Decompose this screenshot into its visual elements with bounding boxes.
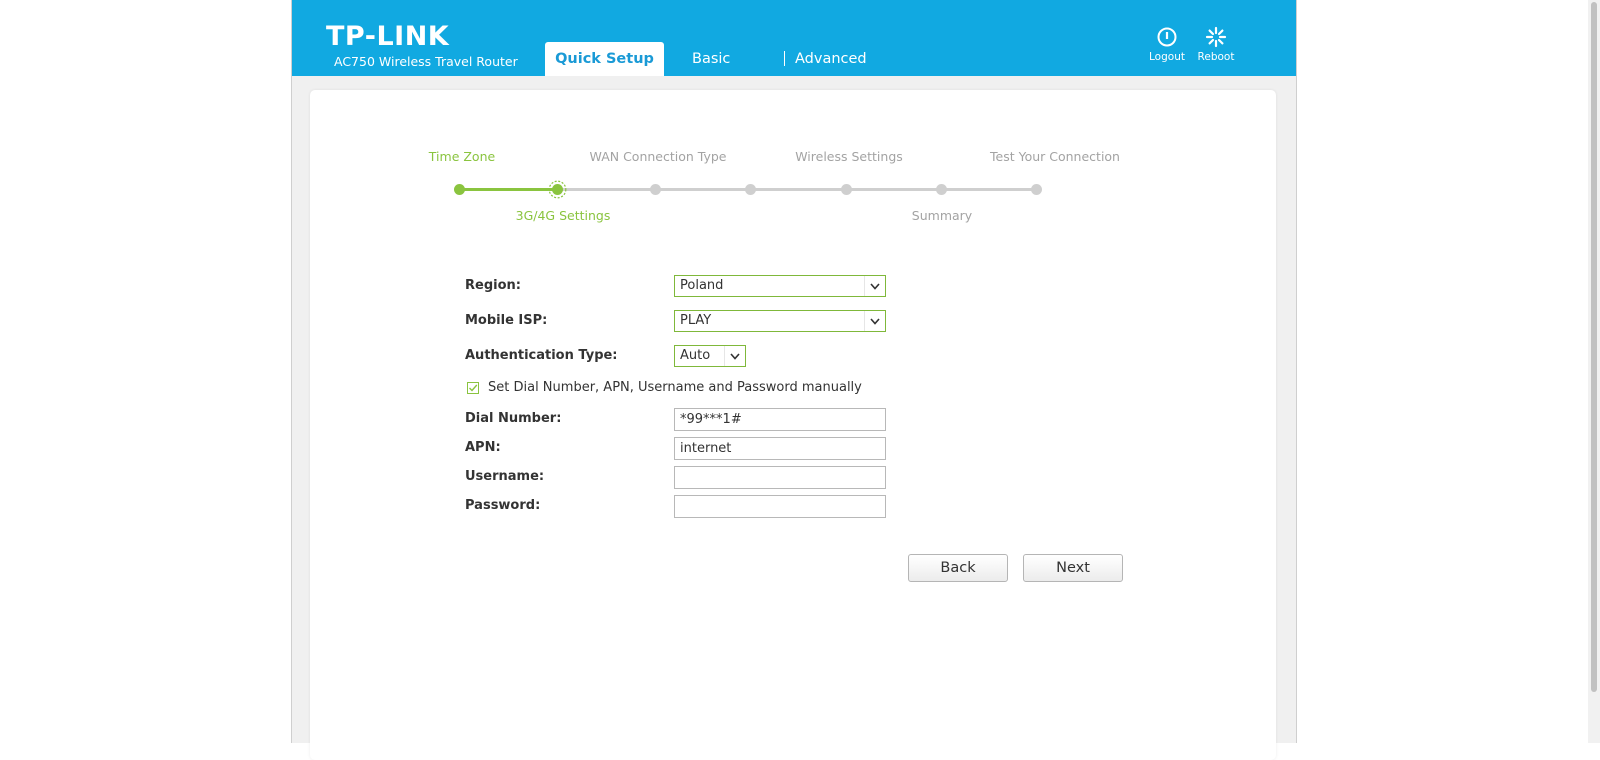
step-dot-wan <box>649 184 661 195</box>
manual-settings-row[interactable]: Set Dial Number, APN, Username and Passw… <box>467 380 862 395</box>
reboot-button[interactable]: Reboot <box>1194 26 1238 63</box>
auth-type-value: Auto <box>680 348 711 363</box>
scrollbar-thumb[interactable] <box>1591 2 1597 692</box>
checkmark-icon <box>469 384 478 392</box>
region-select[interactable]: Poland <box>674 275 886 297</box>
username-label: Username: <box>465 469 545 484</box>
password-input[interactable] <box>674 495 886 518</box>
apn-label: APN: <box>465 440 501 455</box>
logout-label: Logout <box>1149 51 1185 63</box>
dial-number-label: Dial Number: <box>465 411 562 426</box>
tp-link-logo: TP-LINK <box>326 21 450 52</box>
step-dot-test <box>1030 184 1042 195</box>
step-wan-connection-type: WAN Connection Type <box>589 149 727 164</box>
step-dot-wireless-b <box>840 184 852 195</box>
isp-value: PLAY <box>680 313 712 328</box>
step-test-your-connection: Test Your Connection <box>990 149 1120 164</box>
isp-select[interactable]: PLAY <box>674 310 886 332</box>
step-dot-time-zone <box>453 184 465 195</box>
tab-basic[interactable]: Basic <box>692 42 730 76</box>
manual-settings-checkbox[interactable] <box>467 381 479 394</box>
password-label: Password: <box>465 498 541 513</box>
reboot-icon <box>1205 26 1227 48</box>
step-wireless-settings: Wireless Settings <box>795 149 903 164</box>
progress-track-pending <box>557 188 1036 191</box>
region-label: Region: <box>465 278 521 293</box>
step-dot-current <box>548 180 566 199</box>
next-button[interactable]: Next <box>1023 554 1123 582</box>
power-icon <box>1157 27 1177 47</box>
region-value: Poland <box>680 278 724 293</box>
logout-button[interactable]: Logout <box>1145 26 1189 63</box>
dial-number-input[interactable] <box>674 408 886 431</box>
chevron-down-icon <box>864 311 885 331</box>
chevron-down-icon <box>724 346 745 366</box>
auth-type-select[interactable]: Auto <box>674 345 746 367</box>
step-dot-wireless-a <box>744 184 756 195</box>
auth-type-label: Authentication Type: <box>465 348 618 363</box>
step-3g4g-settings: 3G/4G Settings <box>515 208 611 223</box>
tab-separator <box>784 51 785 66</box>
header-bar: TP-LINK AC750 Wireless Travel Router Qui… <box>292 0 1296 76</box>
back-button[interactable]: Back <box>908 554 1008 582</box>
tab-advanced[interactable]: Advanced <box>795 42 867 76</box>
page-scrollbar[interactable] <box>1588 0 1600 743</box>
apn-input[interactable] <box>674 437 886 460</box>
step-summary: Summary <box>911 208 973 223</box>
step-dot-summary <box>935 184 947 195</box>
app-frame: TP-LINK AC750 Wireless Travel Router Qui… <box>291 0 1297 760</box>
step-time-zone: Time Zone <box>428 149 496 164</box>
chevron-down-icon <box>864 276 885 296</box>
username-input[interactable] <box>674 466 886 489</box>
tab-quick-setup[interactable]: Quick Setup <box>545 42 664 76</box>
reboot-label: Reboot <box>1197 51 1235 63</box>
isp-label: Mobile ISP: <box>465 313 548 328</box>
model-name: AC750 Wireless Travel Router <box>334 54 518 69</box>
manual-settings-label: Set Dial Number, APN, Username and Passw… <box>488 380 862 395</box>
progress-track-done <box>459 188 557 191</box>
